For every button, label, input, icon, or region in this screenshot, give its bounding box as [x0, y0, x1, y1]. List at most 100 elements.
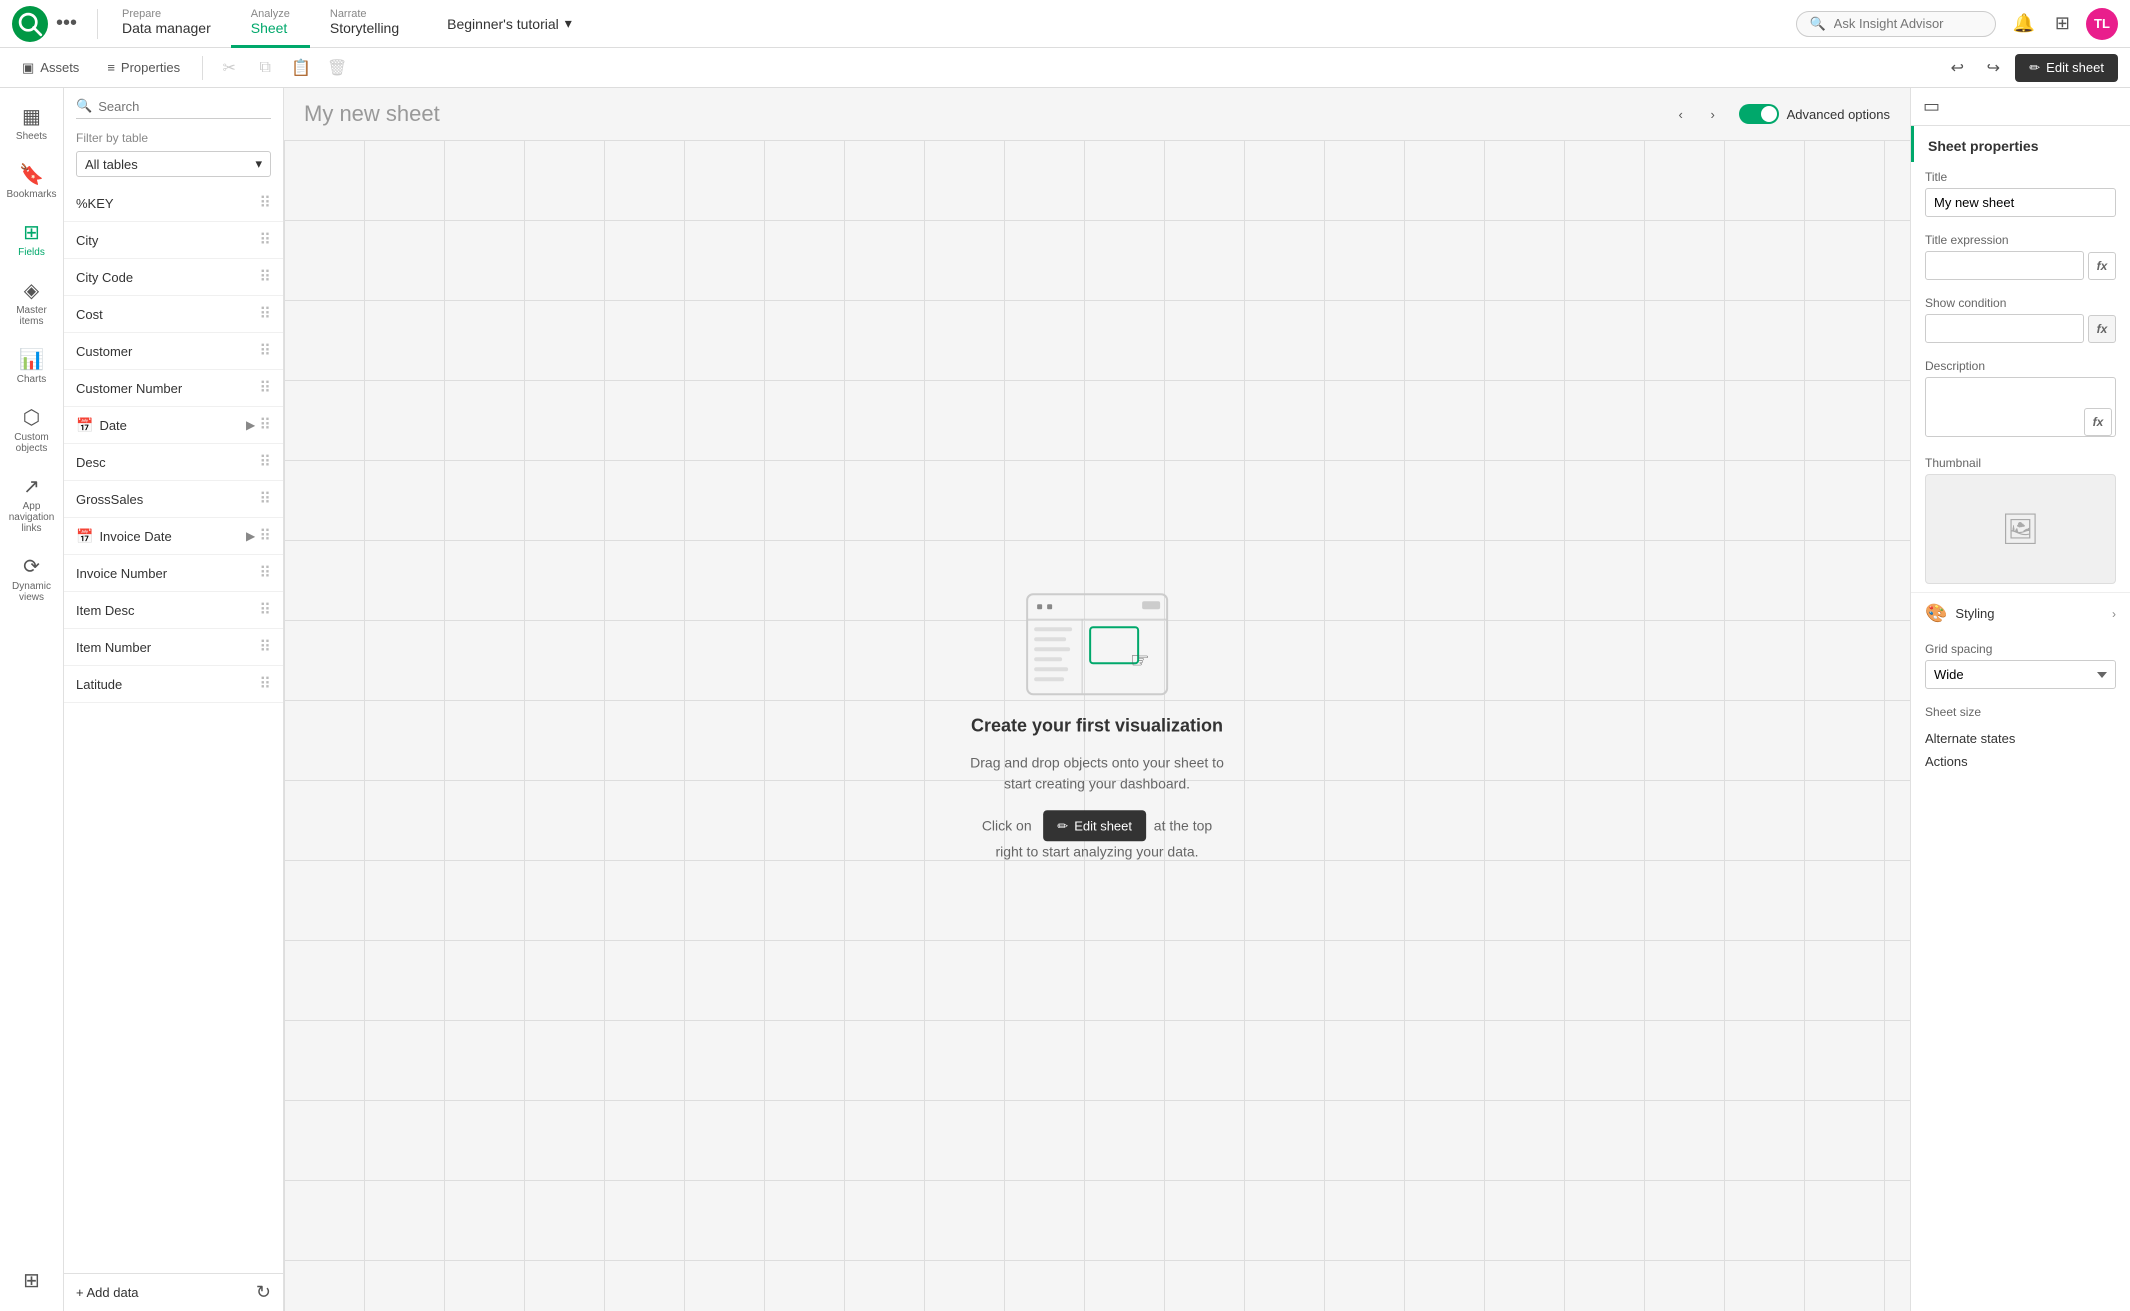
expand-icon[interactable]: ▶ [246, 418, 255, 432]
field-item[interactable]: Customer Number ⠿ [64, 370, 283, 407]
tab-narrate-title: Storytelling [330, 20, 399, 36]
field-item[interactable]: Item Number ⠿ [64, 629, 283, 666]
expand-icon[interactable]: ▶ [246, 529, 255, 543]
redo-button[interactable]: ↪ [1979, 54, 2007, 82]
field-item[interactable]: GrossSales ⠿ [64, 481, 283, 518]
inline-edit-sheet-button[interactable]: ✏ Edit sheet [1043, 810, 1146, 842]
drag-handle-icon[interactable]: ⠿ [259, 230, 271, 250]
field-item[interactable]: Desc ⠿ [64, 444, 283, 481]
description-label: Description [1925, 359, 2116, 373]
filter-dropdown[interactable]: All tables ▾ [76, 151, 271, 177]
tab-prepare[interactable]: Prepare Data manager [102, 0, 231, 48]
sidebar-item-app-nav[interactable]: ↗ App navigation links [4, 466, 60, 542]
drag-handle-icon[interactable]: ⠿ [259, 193, 271, 213]
field-item[interactable]: City Code ⠿ [64, 259, 283, 296]
search-icon: 🔍 [1809, 16, 1825, 32]
tab-analyze-label: Analyze [251, 8, 290, 20]
thumbnail-box[interactable]: 🖼 [1925, 474, 2116, 584]
avatar[interactable]: TL [2086, 8, 2118, 40]
drag-handle-icon[interactable]: ⠿ [259, 304, 271, 324]
field-item[interactable]: Item Desc ⠿ [64, 592, 283, 629]
sidebar-item-dynamic-views[interactable]: ⟳ Dynamic views [4, 546, 60, 611]
field-item[interactable]: Latitude ⠿ [64, 666, 283, 703]
search-input[interactable] [1834, 16, 1984, 31]
sidebar-fields-label: Fields [18, 247, 45, 258]
drag-handle-icon[interactable]: ⠿ [259, 267, 271, 287]
next-sheet-button[interactable]: › [1699, 100, 1727, 128]
tab-narrate[interactable]: Narrate Storytelling [310, 0, 419, 48]
styling-label: Styling [1955, 606, 1994, 621]
styling-row[interactable]: 🎨 Styling › [1911, 592, 2130, 634]
paste-button[interactable]: 📋 [287, 54, 315, 82]
grid-canvas: ☞ Create your first visualization Drag a… [284, 140, 1910, 1311]
cut-button[interactable]: ✂ [215, 54, 243, 82]
field-item[interactable]: %KEY ⠿ [64, 185, 283, 222]
sheet-properties-title: Sheet properties [1911, 126, 2130, 162]
drag-handle-icon[interactable]: ⠿ [259, 600, 271, 620]
create-visualization-placeholder: ☞ Create your first visualization Drag a… [970, 589, 1224, 863]
fx-button-3[interactable]: fx [2084, 408, 2112, 436]
add-data-button[interactable]: + Add data [76, 1285, 139, 1300]
drag-handle-icon[interactable]: ⠿ [259, 526, 271, 546]
top-nav: ••• Prepare Data manager Analyze Sheet N… [0, 0, 2130, 48]
drag-handle-icon[interactable]: ⠿ [259, 452, 271, 472]
edit-sheet-label: Edit sheet [2046, 60, 2104, 75]
sidebar-item-master-items[interactable]: ◈ Master items [4, 270, 60, 335]
tutorial-button[interactable]: Beginner's tutorial ▾ [439, 11, 580, 36]
copy-button[interactable]: ⧉ [251, 54, 279, 82]
field-item[interactable]: City ⠿ [64, 222, 283, 259]
sidebar-item-bottom[interactable]: ⊞ [4, 1260, 60, 1303]
drag-handle-icon[interactable]: ⠿ [259, 674, 271, 694]
drag-handle-icon[interactable]: ⠿ [259, 563, 271, 583]
advanced-options-toggle[interactable]: Advanced options [1739, 104, 1890, 124]
tab-analyze[interactable]: Analyze Sheet [231, 0, 310, 48]
grid-spacing-select[interactable]: Narrow Medium Wide [1925, 660, 2116, 689]
canvas-sheet-title: My new sheet [304, 101, 440, 127]
sidebar-item-charts[interactable]: 📊 Charts [4, 339, 60, 393]
title-expression-label: Title expression [1925, 233, 2116, 247]
drag-handle-icon[interactable]: ⠿ [259, 637, 271, 657]
sheet-size-label: Sheet size [1911, 697, 2130, 723]
more-options-icon[interactable]: ••• [56, 12, 77, 35]
sidebar-item-bookmarks[interactable]: 🔖 Bookmarks [4, 154, 60, 208]
properties-tab[interactable]: ≡ Properties [97, 56, 190, 79]
show-condition-input[interactable] [1925, 314, 2084, 343]
app-nav-icon: ↗ [23, 474, 40, 499]
drag-handle-icon[interactable]: ⠿ [259, 341, 271, 361]
apps-grid-icon[interactable]: ⊞ [2051, 9, 2074, 38]
field-item[interactable]: 📅 Date ▶ ⠿ [64, 407, 283, 444]
field-item[interactable]: Customer ⠿ [64, 333, 283, 370]
nav-divider-1 [97, 9, 98, 39]
search-icon: 🔍 [76, 98, 92, 114]
add-visualization-icon: ⊞ [23, 1268, 40, 1293]
delete-button[interactable]: 🗑 [323, 54, 351, 82]
fx-button[interactable]: fx [2088, 252, 2116, 280]
assets-tab[interactable]: ▣ Assets [12, 56, 89, 80]
insight-advisor-search[interactable]: 🔍 [1796, 11, 1996, 37]
fields-search-box[interactable]: 🔍 [76, 98, 271, 119]
refresh-icon[interactable]: ↻ [256, 1282, 271, 1303]
field-item[interactable]: 📅 Invoice Date ▶ ⠿ [64, 518, 283, 555]
title-input[interactable] [1925, 188, 2116, 217]
sidebar-item-fields[interactable]: ⊞ Fields [4, 212, 60, 266]
fields-search-input[interactable] [98, 99, 271, 114]
fx-button-2[interactable]: fx [2088, 315, 2116, 343]
field-item[interactable]: Invoice Number ⠿ [64, 555, 283, 592]
sheets-icon: ▦ [22, 104, 41, 129]
notifications-icon[interactable]: 🔔 [2008, 9, 2038, 38]
title-expression-input[interactable] [1925, 251, 2084, 280]
edit-sheet-button[interactable]: ✏ Edit sheet [2015, 54, 2118, 82]
toggle-switch[interactable] [1739, 104, 1779, 124]
drag-handle-icon[interactable]: ⠿ [259, 415, 271, 435]
field-item[interactable]: Cost ⠿ [64, 296, 283, 333]
sidebar-item-custom-objects[interactable]: ⬡ Custom objects [4, 397, 60, 462]
qlik-logo[interactable] [12, 6, 48, 42]
sidebar-item-sheets[interactable]: ▦ Sheets [4, 96, 60, 150]
drag-handle-icon[interactable]: ⠿ [259, 378, 271, 398]
sidebar-app-nav-label: App navigation links [8, 501, 56, 534]
undo-button[interactable]: ↩ [1943, 54, 1971, 82]
filter-value: All tables [85, 157, 138, 172]
prev-sheet-button[interactable]: ‹ [1667, 100, 1695, 128]
drag-handle-icon[interactable]: ⠿ [259, 489, 271, 509]
inline-edit-label: Edit sheet [1074, 816, 1132, 836]
